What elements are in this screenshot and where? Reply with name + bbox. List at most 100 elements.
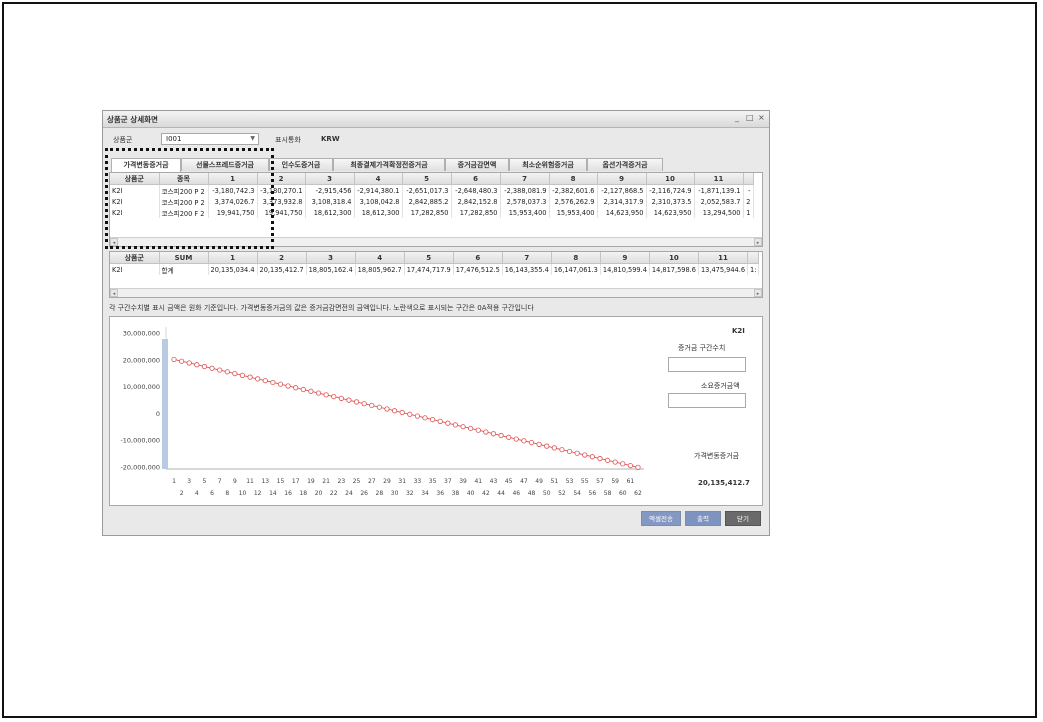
data-point (247, 374, 253, 380)
table-cell: -2,914,380.1 (354, 184, 403, 196)
maximize-icon[interactable]: □ (746, 113, 754, 122)
table-row[interactable]: K2I 코스피200 F 2 19,941,750 19,941,750 18,… (110, 207, 754, 218)
col-header[interactable]: 11 (694, 173, 744, 185)
x-tick-label: 35 (429, 478, 437, 485)
group-select[interactable]: I001 ▼ (161, 133, 259, 145)
col-header[interactable]: 4 (355, 252, 405, 264)
x-tick-label: 3 (187, 478, 191, 485)
data-point (627, 462, 633, 469)
table-row[interactable]: K2I 합계 20,135,034.4 20,135,412.7 18,805,… (110, 263, 760, 275)
chevron-down-icon[interactable]: ▼ (250, 135, 255, 142)
col-header[interactable]: 7 (502, 252, 552, 264)
tab-min-net-risk-margin[interactable]: 최소순위험증거금 (509, 158, 587, 171)
table-cell: K2I (110, 196, 160, 207)
minimize-icon[interactable]: _ (735, 113, 739, 122)
data-point (589, 454, 595, 460)
col-header[interactable] (747, 252, 760, 264)
print-button[interactable]: 출력 (685, 511, 721, 526)
tab-delivery-margin[interactable]: 인수도증거금 (269, 158, 333, 171)
col-header[interactable]: 5 (402, 173, 452, 185)
x-tick-label: 54 (573, 490, 581, 497)
x-tick-label: 7 (218, 478, 222, 485)
col-header[interactable]: 6 (453, 252, 503, 264)
tab-final-settlement-margin[interactable]: 최종결제가격확정전증거금 (333, 158, 445, 171)
col-header[interactable]: 종목 (159, 173, 209, 185)
close-button[interactable]: 닫기 (725, 511, 761, 526)
required-margin-input[interactable] (668, 393, 746, 408)
x-tick-label: 32 (406, 490, 414, 497)
x-tick-label: 57 (596, 478, 604, 485)
x-tick-label: 2 (180, 490, 184, 497)
x-tick-label: 40 (467, 490, 475, 497)
close-icon[interactable]: × (758, 113, 765, 122)
table-row[interactable]: K2I 코스피200 P 2 -3,180,742.3 -3,180,270.1… (110, 184, 754, 196)
table-cell: 2,314,317.9 (597, 196, 647, 207)
data-point (232, 370, 238, 377)
data-point (308, 388, 314, 394)
table-cell: -2,116,724.9 (646, 184, 695, 196)
scroll-left-icon[interactable]: ◂ (110, 238, 118, 246)
col-header[interactable]: 8 (551, 252, 601, 264)
scroll-right-icon[interactable]: ▸ (754, 289, 762, 297)
scroll-left-icon[interactable]: ◂ (110, 289, 118, 297)
table-cell: 18,805,962.7 (355, 263, 405, 275)
col-header[interactable]: 2 (257, 173, 306, 185)
tab-futures-spread-margin[interactable]: 선물스프레드증거금 (181, 158, 269, 171)
x-tick-label: 31 (398, 478, 406, 485)
interval-label: 증거금 구간수치 (678, 344, 726, 352)
col-header[interactable]: 4 (354, 173, 403, 185)
col-header[interactable]: 5 (404, 252, 454, 264)
col-header[interactable]: 10 (646, 173, 695, 185)
col-header[interactable]: 3 (306, 252, 356, 264)
scroll-right-icon[interactable]: ▸ (754, 238, 762, 246)
data-point (483, 429, 489, 435)
col-header[interactable]: SUM (159, 252, 209, 264)
data-point (361, 401, 367, 407)
col-header[interactable]: 8 (549, 173, 598, 185)
data-point (186, 360, 192, 366)
x-tick-label: 36 (436, 490, 444, 497)
interval-input[interactable] (668, 357, 746, 372)
detail-scrollbar[interactable]: ◂ ▸ (110, 237, 762, 246)
excel-export-button[interactable]: 엑셀전송 (641, 511, 681, 526)
col-header[interactable]: 9 (600, 252, 650, 264)
data-point (574, 450, 580, 456)
product-group-detail-window: 상품군 상세화면 _ □ × 상품군 I001 ▼ 표시통화 KRW 가격변동증… (102, 110, 770, 536)
table-cell: 20,135,034.4 (208, 263, 258, 275)
col-header[interactable]: 2 (257, 252, 307, 264)
x-tick-label: 18 (299, 490, 307, 497)
table-row[interactable]: K2I 코스피200 P 2 3,374,026.7 3,373,932.8 3… (110, 196, 754, 207)
data-point (285, 383, 291, 389)
x-tick-label: 30 (391, 490, 399, 497)
table-cell: 14,623,950 (646, 207, 695, 218)
data-point (331, 393, 337, 400)
col-header[interactable]: 1 (208, 173, 258, 185)
table-cell: -2,648,480.3 (451, 184, 501, 196)
col-header[interactable]: 7 (500, 173, 550, 185)
tab-margin-reduction[interactable]: 증거금감면액 (445, 158, 509, 171)
col-header[interactable]: 11 (698, 252, 749, 264)
col-header[interactable]: 1 (208, 252, 258, 264)
table-cell: -2,127,868.5 (597, 184, 647, 196)
col-header[interactable]: 상품군 (110, 252, 160, 264)
detail-header-row: 상품군 종목 1 2 3 4 5 6 7 8 9 10 11 (110, 173, 754, 185)
x-tick-label: 55 (581, 478, 589, 485)
sum-scrollbar[interactable]: ◂ ▸ (110, 288, 762, 297)
col-header[interactable]: 3 (305, 173, 355, 185)
table-cell: -1,871,139.1 (694, 184, 744, 196)
x-tick-label: 15 (277, 478, 285, 485)
col-header[interactable]: 상품군 (110, 173, 160, 185)
col-header[interactable]: 9 (597, 173, 647, 185)
col-header[interactable]: 6 (451, 173, 501, 185)
table-cell: 19,941,750 (257, 207, 306, 218)
x-tick-label: 50 (543, 490, 551, 497)
tab-price-change-margin[interactable]: 가격변동증거금 (111, 158, 181, 172)
data-point (391, 408, 398, 414)
table-cell: 13,294,500 (694, 207, 744, 218)
col-header[interactable]: 10 (649, 252, 699, 264)
data-point (255, 376, 261, 382)
x-tick-label: 47 (520, 478, 528, 485)
table-cell: 19,941,750 (208, 207, 258, 218)
tab-option-price-margin[interactable]: 옵션가격증거금 (587, 158, 663, 171)
col-header[interactable] (743, 173, 754, 185)
